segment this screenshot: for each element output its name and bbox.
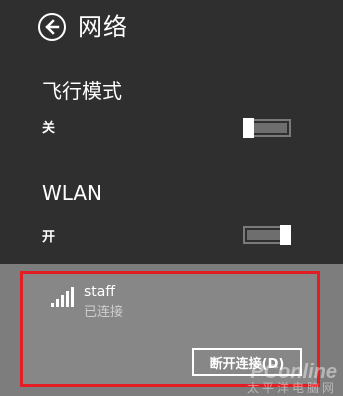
airplane-mode-state-label: 关: [42, 121, 56, 136]
airplane-mode-toggle[interactable]: [243, 118, 291, 138]
signal-bar: [71, 287, 74, 307]
toggle-thumb[interactable]: [280, 225, 291, 245]
signal-bar: [56, 299, 59, 307]
signal-bar: [51, 303, 54, 307]
signal-bar: [66, 291, 69, 307]
watermark-logo: PConline: [250, 361, 337, 383]
watermark: PConline 太平洋电脑网: [247, 362, 337, 394]
network-name: staff: [84, 284, 116, 300]
network-panel: staff 已连接 断开连接(D) PConline 太平洋电脑网: [0, 264, 343, 396]
toggle-fill: [247, 230, 281, 240]
airplane-mode-title: 飞行模式: [42, 79, 122, 103]
signal-bar: [61, 295, 64, 307]
back-button[interactable]: [38, 13, 66, 41]
back-arrow-icon: [45, 19, 60, 35]
wlan-title: WLAN: [42, 181, 103, 205]
toggle-fill: [253, 123, 287, 133]
header: 网络: [38, 9, 128, 45]
toggle-thumb[interactable]: [243, 118, 254, 138]
wifi-signal-icon: [51, 287, 75, 307]
watermark-subtitle: 太平洋电脑网: [246, 381, 337, 395]
wlan-state-label: 开: [42, 230, 56, 245]
network-status: 已连接: [84, 305, 124, 320]
settings-panel: 网络 飞行模式 关 WLAN 开: [0, 0, 343, 264]
page-title: 网络: [78, 13, 128, 41]
wlan-toggle[interactable]: [243, 225, 291, 245]
